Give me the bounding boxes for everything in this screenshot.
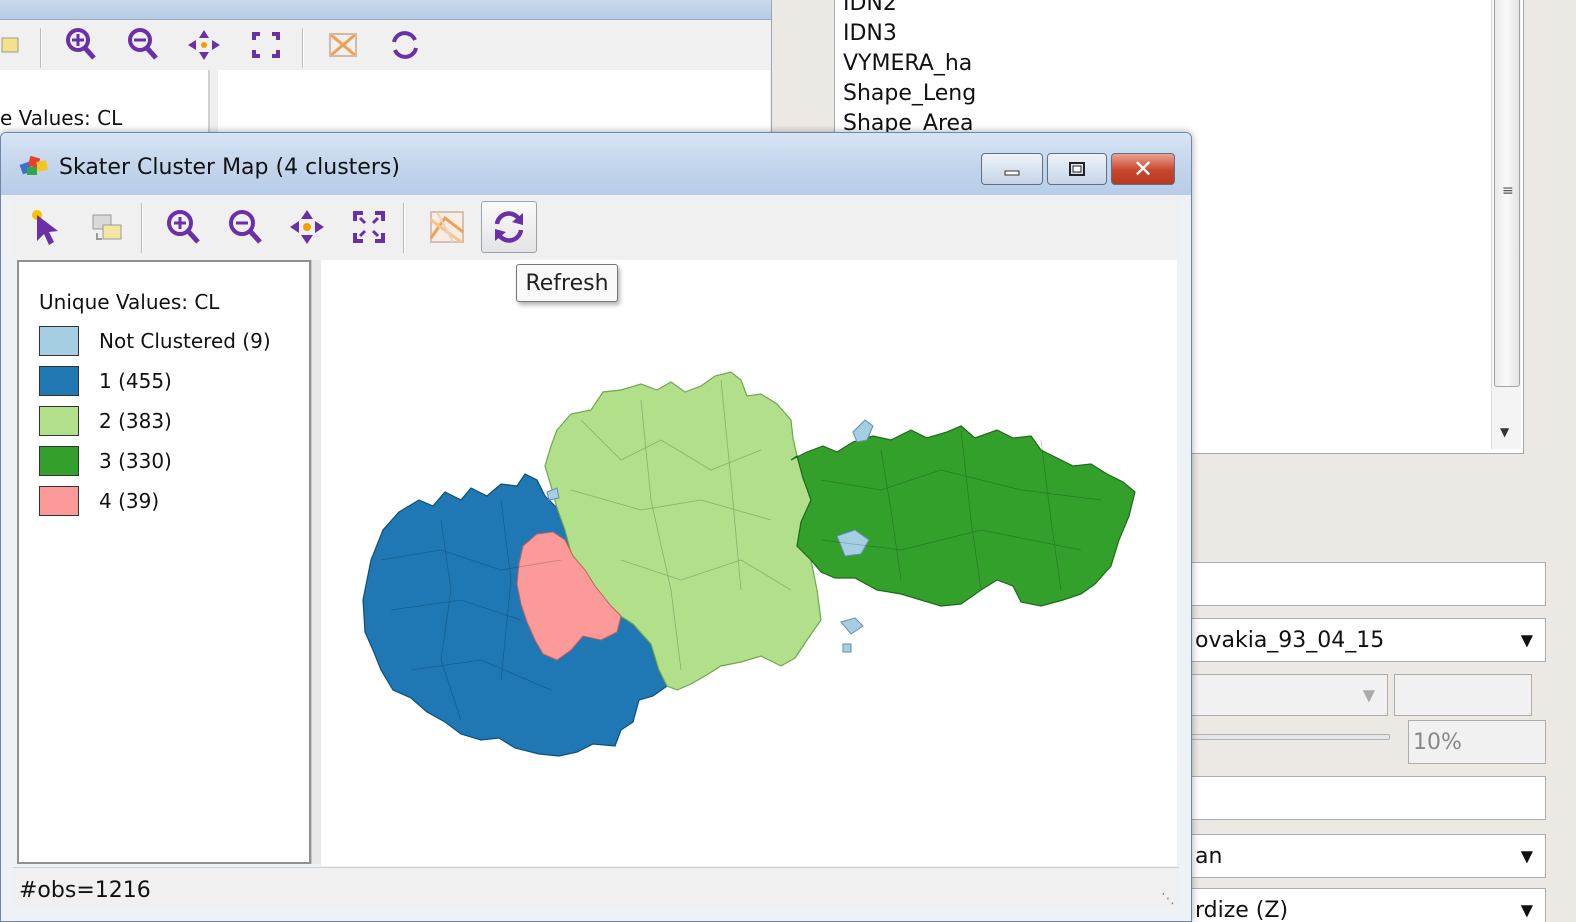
legend-item-cluster-2[interactable]: 2 (383) xyxy=(39,406,309,436)
weights-combo[interactable]: ovakia_93_04_15 ▼ xyxy=(1190,618,1546,662)
zoom-in-button[interactable] xyxy=(155,201,211,253)
refresh-icon[interactable] xyxy=(388,28,422,66)
refresh-tooltip: Refresh xyxy=(516,264,618,302)
scrollbar-grip-icon: ≡ xyxy=(1502,183,1514,199)
legend-title: Unique Values: CL xyxy=(39,290,220,314)
select-tool-button[interactable] xyxy=(17,201,73,253)
window-titlebar[interactable]: Skater Cluster Map (4 clusters) ✕ xyxy=(1,133,1191,195)
min-size-slider[interactable] xyxy=(1190,734,1390,740)
map-toolbar xyxy=(11,197,1179,259)
weights-combo-value: ovakia_93_04_15 xyxy=(1195,627,1385,653)
background-legend-pane: e Values: CL xyxy=(0,70,210,140)
seed-field[interactable] xyxy=(1190,776,1546,820)
legend-item-cluster-3[interactable]: 3 (330) xyxy=(39,446,309,476)
selectable-map-button[interactable] xyxy=(419,201,475,253)
legend-swatch xyxy=(39,326,79,356)
transform-combo[interactable]: rdize (Z) ▼ xyxy=(1190,888,1546,922)
minimize-button[interactable] xyxy=(981,153,1043,185)
legend-swatch xyxy=(39,406,79,436)
chevron-down-icon: ▼ xyxy=(1362,685,1375,705)
distance-combo-value: an xyxy=(1195,843,1223,869)
full-extent-button[interactable] xyxy=(341,201,397,253)
resize-grip-icon[interactable]: ⋱ xyxy=(1161,891,1175,907)
variable-list-scrollbar[interactable]: ≡ ▼ xyxy=(1491,0,1521,449)
background-map-window: e Values: CL xyxy=(0,0,772,140)
legend-swatch xyxy=(39,446,79,476)
legend-label: 4 (39) xyxy=(99,489,160,513)
select-tool-icon[interactable] xyxy=(0,32,22,58)
disabled-combo: ▼ xyxy=(1190,674,1388,716)
not-clustered-region[interactable] xyxy=(546,487,560,501)
cluster-map-svg[interactable] xyxy=(321,260,1177,866)
legend-item-cluster-4[interactable]: 4 (39) xyxy=(39,486,309,516)
full-extent-icon xyxy=(353,211,385,243)
status-bar: #obs=1216 ⋱ xyxy=(13,867,1179,909)
pan-button[interactable] xyxy=(279,201,335,253)
legend-swatch xyxy=(39,486,79,516)
background-window-titlebar xyxy=(0,0,771,20)
percent-field: 10% xyxy=(1408,720,1546,764)
close-icon: ✕ xyxy=(1132,155,1154,183)
close-button[interactable]: ✕ xyxy=(1111,153,1175,185)
zoom-out-icon[interactable] xyxy=(122,28,162,66)
scroll-down-arrow-icon[interactable]: ▼ xyxy=(1500,425,1509,439)
copy-selection-icon xyxy=(92,214,122,240)
chevron-down-icon: ▼ xyxy=(1520,630,1533,650)
chevron-down-icon: ▼ xyxy=(1520,846,1533,866)
background-map-toolbar xyxy=(0,22,770,70)
list-item[interactable]: IDN2 xyxy=(843,0,897,16)
maximize-icon xyxy=(1069,162,1085,176)
zoom-out-icon xyxy=(229,210,262,244)
percent-field-value: 10% xyxy=(1413,729,1462,755)
minimize-icon xyxy=(1004,170,1020,176)
legend-label: 3 (330) xyxy=(99,449,172,473)
skater-cluster-map-window: Skater Cluster Map (4 clusters) ✕ Unique… xyxy=(0,132,1192,922)
zoom-out-button[interactable] xyxy=(217,201,273,253)
legend-swatch xyxy=(39,366,79,396)
selectable-map-icon xyxy=(429,211,464,244)
not-clustered-region[interactable] xyxy=(840,617,864,635)
chevron-down-icon: ▼ xyxy=(1520,900,1533,920)
refresh-icon xyxy=(494,211,524,243)
list-item[interactable]: Shape_Leng xyxy=(843,81,976,106)
background-legend-title: e Values: CL xyxy=(0,106,123,130)
window-title: Skater Cluster Map (4 clusters) xyxy=(59,155,400,180)
not-clustered-region[interactable] xyxy=(842,643,852,653)
legend-label: Not Clustered (9) xyxy=(99,329,271,353)
selectable-map-icon[interactable] xyxy=(326,30,362,64)
legend-label: 1 (455) xyxy=(99,369,172,393)
zoom-in-icon[interactable] xyxy=(60,28,100,66)
disabled-field xyxy=(1394,674,1532,716)
cluster-count-field[interactable] xyxy=(1190,562,1546,606)
legend-label: 2 (383) xyxy=(99,409,172,433)
distance-combo[interactable]: an ▼ xyxy=(1190,834,1546,878)
map-legend: Unique Values: CL Not Clustered (9) 1 (4… xyxy=(17,260,311,864)
list-item[interactable]: IDN3 xyxy=(843,21,897,46)
legend-item-cluster-1[interactable]: 1 (455) xyxy=(39,366,309,396)
copy-selection-button xyxy=(79,201,135,253)
legend-splitter[interactable] xyxy=(311,260,321,864)
full-extent-icon[interactable] xyxy=(250,30,282,64)
zoom-in-icon xyxy=(167,210,200,244)
refresh-button[interactable] xyxy=(481,201,537,253)
legend-item-not-clustered[interactable]: Not Clustered (9) xyxy=(39,326,309,356)
pan-icon xyxy=(290,210,324,244)
observation-count: #obs=1216 xyxy=(19,878,151,903)
cluster-3-region[interactable] xyxy=(790,425,1136,607)
pan-icon[interactable] xyxy=(186,28,222,66)
geoda-app-icon xyxy=(19,153,51,179)
list-item[interactable]: VYMERA_ha xyxy=(843,51,972,76)
transform-combo-value: rdize (Z) xyxy=(1195,897,1289,922)
cluster-map-canvas[interactable] xyxy=(321,260,1177,866)
select-tool-icon xyxy=(32,210,58,245)
maximize-button[interactable] xyxy=(1047,153,1107,185)
background-map-canvas xyxy=(218,70,770,140)
